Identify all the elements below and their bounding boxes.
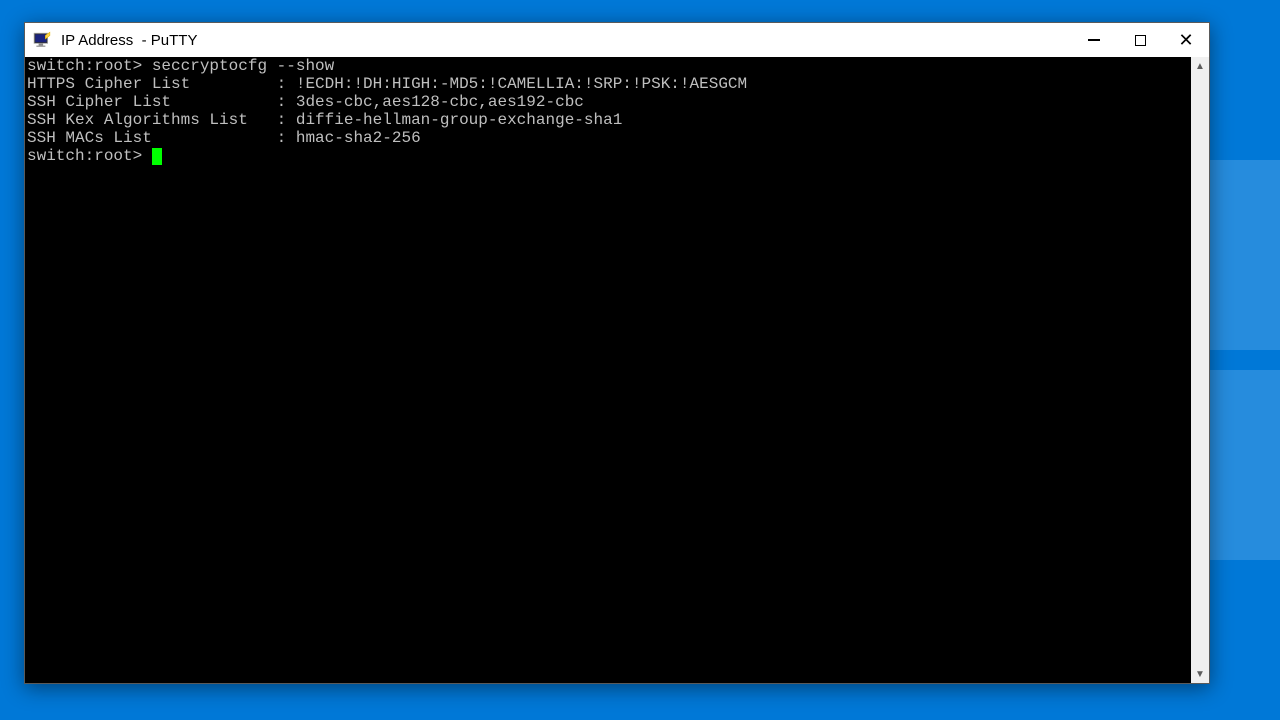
scroll-up-arrow[interactable]: ▲ [1191,57,1209,75]
minimize-icon [1088,39,1100,41]
terminal-cursor [152,148,162,165]
maximize-icon [1135,35,1146,46]
close-icon: ✕ [1178,31,1193,49]
terminal-area: switch:root> seccryptocfg --showHTTPS Ci… [25,57,1209,683]
vertical-scrollbar[interactable]: ▲ ▼ [1191,57,1209,683]
maximize-button[interactable] [1117,23,1163,57]
terminal-line: HTTPS Cipher List : !ECDH:!DH:HIGH:-MD5:… [27,75,1191,93]
terminal-output[interactable]: switch:root> seccryptocfg --showHTTPS Ci… [25,57,1191,683]
terminal-line: switch:root> seccryptocfg --show [27,57,1191,75]
close-button[interactable]: ✕ [1163,23,1209,57]
terminal-line: SSH MACs List : hmac-sha2-256 [27,129,1191,147]
window-title: IP Address - PuTTY [61,32,197,49]
scroll-down-arrow[interactable]: ▼ [1191,665,1209,683]
terminal-line: SSH Cipher List : 3des-cbc,aes128-cbc,ae… [27,93,1191,111]
terminal-line: SSH Kex Algorithms List : diffie-hellman… [27,111,1191,129]
window-titlebar[interactable]: IP Address - PuTTY ✕ [25,23,1209,57]
minimize-button[interactable] [1071,23,1117,57]
scrollbar-track[interactable] [1191,75,1209,665]
terminal-prompt-line: switch:root> [27,147,1191,165]
putty-window: IP Address - PuTTY ✕ switch:root> seccry… [24,22,1210,684]
window-controls: ✕ [1071,23,1209,57]
putty-app-icon [33,31,51,49]
